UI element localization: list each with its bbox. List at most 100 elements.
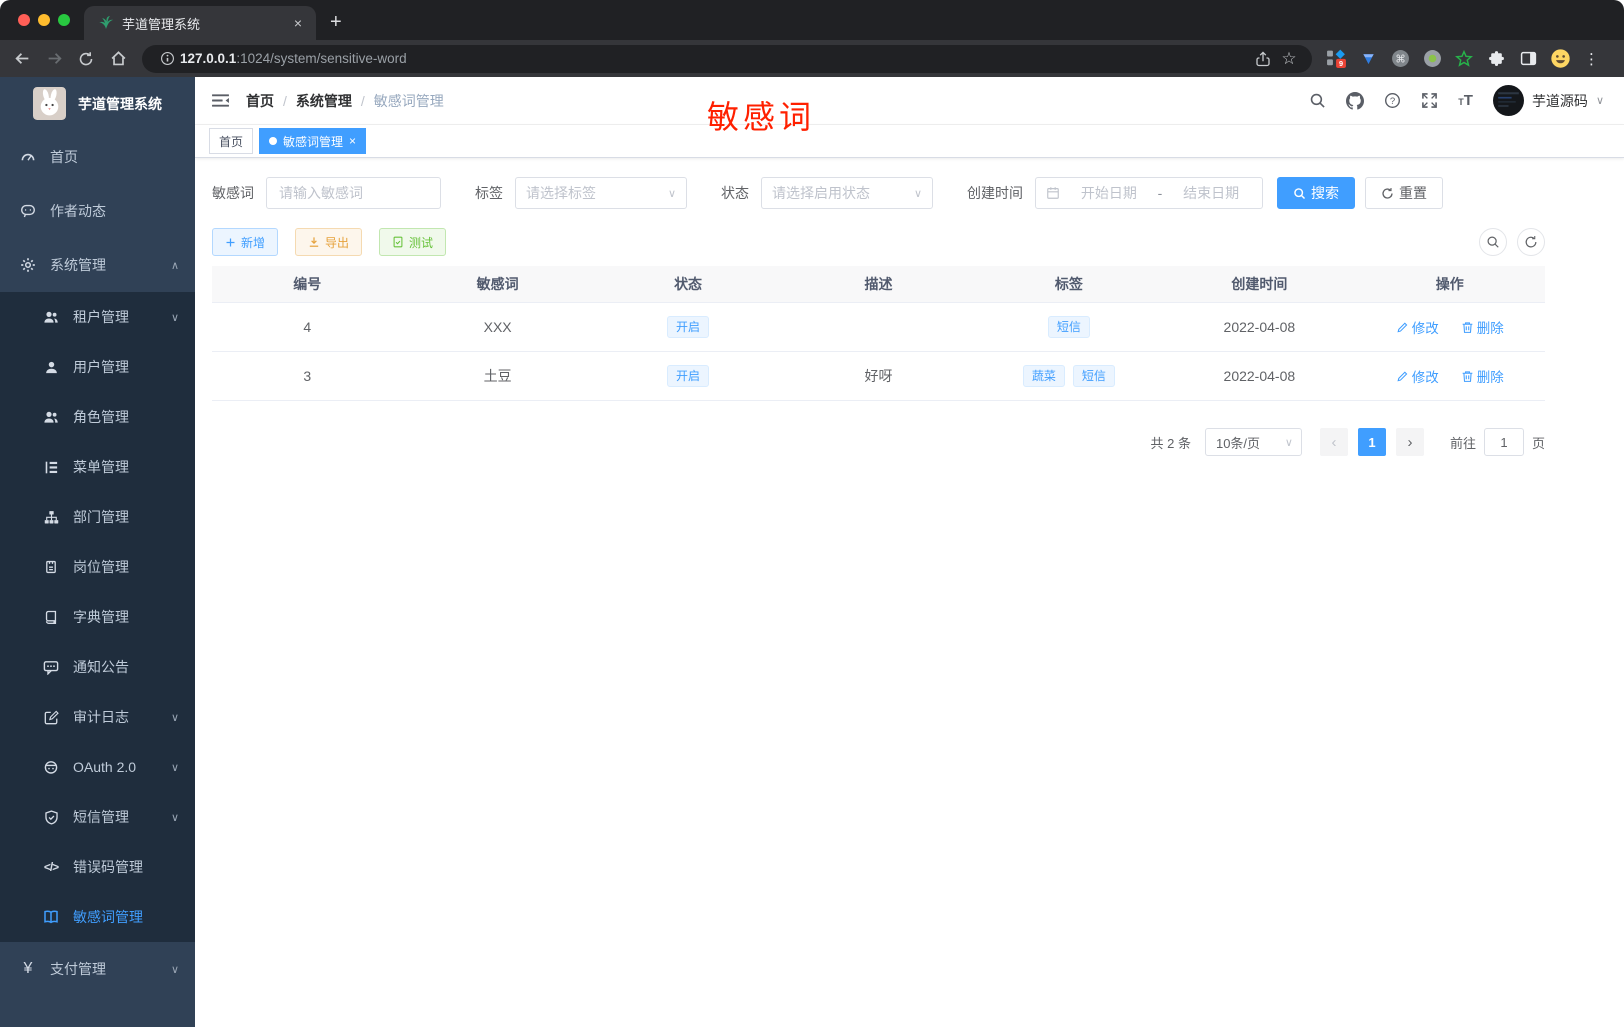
page-size-select[interactable]: 10条/页 ∨ bbox=[1204, 428, 1302, 456]
users-icon bbox=[43, 409, 59, 425]
dashboard-icon bbox=[20, 149, 36, 165]
tag-label: 敏感词管理 bbox=[283, 134, 344, 149]
sidebar-item-sensitive-word[interactable]: 敏感词管理 bbox=[0, 892, 195, 942]
gear-icon bbox=[20, 257, 36, 273]
extension-star-icon[interactable] bbox=[1450, 45, 1478, 73]
cell-create-time: 2022-04-08 bbox=[1223, 368, 1296, 384]
sidebar-item-post[interactable]: 岗位管理 bbox=[0, 542, 195, 592]
show-search-toggle-button[interactable] bbox=[1479, 228, 1507, 256]
sidebar-item-system-management[interactable]: 系统管理 ∧ bbox=[0, 238, 195, 292]
sidebar-item-label: 敏感词管理 bbox=[73, 909, 143, 925]
sidebar-item-user[interactable]: 用户管理 bbox=[0, 342, 195, 392]
share-icon[interactable] bbox=[1250, 46, 1276, 72]
profile-avatar-icon[interactable] bbox=[1546, 45, 1574, 73]
search-button[interactable]: 搜索 bbox=[1277, 177, 1355, 209]
window-close-button[interactable] bbox=[18, 14, 30, 26]
next-page-button[interactable]: › bbox=[1395, 428, 1424, 456]
extension-grid-badge-icon[interactable]: 9 bbox=[1322, 45, 1350, 73]
user-menu[interactable]: 芋道源码 ∨ bbox=[1492, 85, 1604, 116]
extension-record-icon[interactable] bbox=[1418, 45, 1446, 73]
new-tab-button[interactable]: + bbox=[316, 11, 356, 40]
sidebar-item-label: OAuth 2.0 bbox=[73, 759, 137, 775]
end-date-placeholder: 结束日期 bbox=[1183, 185, 1240, 201]
sidebar-item-department[interactable]: 部门管理 bbox=[0, 492, 195, 542]
sidebar-item-tenant[interactable]: 租户管理 ∨ bbox=[0, 292, 195, 342]
breadcrumb-system[interactable]: 系统管理 bbox=[296, 91, 352, 111]
sidebar-item-oauth[interactable]: OAuth 2.0 ∨ bbox=[0, 742, 195, 792]
sidebar-item-menu[interactable]: 菜单管理 bbox=[0, 442, 195, 492]
edit-link[interactable]: 修改 bbox=[1396, 366, 1439, 386]
export-button-label: 导出 bbox=[325, 235, 350, 250]
add-button[interactable]: 新增 bbox=[212, 228, 279, 256]
sidebar-item-label: 系统管理 bbox=[50, 257, 106, 273]
url-bar[interactable]: 127.0.0.1:1024/system/sensitive-word ☆ bbox=[142, 44, 1312, 73]
forward-button[interactable] bbox=[40, 45, 68, 73]
sidebar-item-error-code[interactable]: </> 错误码管理 bbox=[0, 842, 195, 892]
test-button[interactable]: 测试 bbox=[379, 228, 447, 256]
chevron-down-icon: ∨ bbox=[170, 761, 179, 774]
plus-icon bbox=[225, 237, 236, 248]
home-button[interactable] bbox=[104, 45, 132, 73]
window-minimize-button[interactable] bbox=[38, 14, 50, 26]
delete-link[interactable]: 删除 bbox=[1461, 317, 1504, 337]
app-logo[interactable]: 芋道管理系统 bbox=[0, 77, 195, 130]
col-description: 描述 bbox=[864, 276, 893, 292]
edit-link[interactable]: 修改 bbox=[1396, 317, 1439, 337]
help-icon[interactable]: ? bbox=[1384, 92, 1401, 109]
edit-log-icon bbox=[43, 710, 59, 725]
export-button[interactable]: 导出 bbox=[295, 228, 363, 256]
tree-list-icon bbox=[43, 460, 59, 475]
chevron-down-icon: ∨ bbox=[913, 187, 922, 200]
sidebar-item-payment[interactable]: ¥ 支付管理 ∨ bbox=[0, 942, 195, 996]
keyword-input[interactable] bbox=[266, 177, 441, 209]
github-icon[interactable] bbox=[1346, 91, 1365, 110]
goto-page-input[interactable] bbox=[1483, 428, 1524, 456]
extension-gem-icon[interactable] bbox=[1354, 45, 1382, 73]
sidebar-item-sms[interactable]: 短信管理 ∨ bbox=[0, 792, 195, 842]
breadcrumb-separator: / bbox=[360, 92, 365, 109]
sidebar-item-author-news[interactable]: 作者动态 bbox=[0, 184, 195, 238]
refresh-table-button[interactable] bbox=[1517, 228, 1545, 256]
browser-tabstrip: 芋道管理系统 × + bbox=[0, 0, 1624, 40]
sidebar-item-audit-log[interactable]: 审计日志 ∨ bbox=[0, 692, 195, 742]
filter-form: 敏感词 标签 请选择标签 ∨ 状态 请选择启用状态 ∨ bbox=[212, 177, 1624, 209]
tag-sensitive-word[interactable]: 敏感词管理 × bbox=[259, 128, 367, 154]
comment-dots-icon bbox=[43, 659, 59, 675]
side-panel-icon[interactable] bbox=[1514, 45, 1542, 73]
sidebar-item-home[interactable]: 首页 bbox=[0, 130, 195, 184]
breadcrumb-home[interactable]: 首页 bbox=[246, 91, 274, 111]
tag-close-icon[interactable]: × bbox=[349, 134, 356, 148]
back-button[interactable] bbox=[8, 45, 36, 73]
tag-select[interactable]: 请选择标签 ∨ bbox=[515, 177, 687, 209]
col-actions: 操作 bbox=[1435, 276, 1464, 292]
sidebar-item-dict[interactable]: 字典管理 bbox=[0, 592, 195, 642]
reset-button[interactable]: 重置 bbox=[1365, 177, 1443, 209]
fullscreen-icon[interactable] bbox=[1421, 92, 1438, 109]
extension-cmd-icon[interactable]: ⌘ bbox=[1386, 45, 1414, 73]
sidebar-item-label: 首页 bbox=[50, 149, 78, 165]
extensions-puzzle-icon[interactable] bbox=[1482, 45, 1510, 73]
sidebar-collapse-icon[interactable] bbox=[195, 92, 246, 109]
site-info-icon[interactable] bbox=[154, 46, 180, 72]
prev-page-button[interactable]: ‹ bbox=[1319, 428, 1348, 456]
status-filter-label: 状态 bbox=[721, 185, 749, 201]
bookmark-star-icon[interactable]: ☆ bbox=[1276, 46, 1302, 72]
reload-button[interactable] bbox=[72, 45, 100, 73]
browser-tab[interactable]: 芋道管理系统 × bbox=[84, 6, 316, 40]
col-create-time: 创建时间 bbox=[1231, 276, 1288, 292]
search-icon[interactable] bbox=[1309, 92, 1326, 109]
status-select[interactable]: 请选择启用状态 ∨ bbox=[761, 177, 933, 209]
tab-close-icon[interactable]: × bbox=[290, 15, 306, 31]
current-page[interactable]: 1 bbox=[1357, 428, 1386, 456]
pencil-icon bbox=[1396, 321, 1409, 334]
sidebar-item-notice[interactable]: 通知公告 bbox=[0, 642, 195, 692]
pagination: 共 2 条 10条/页 ∨ ‹ 1 › 前往 页 bbox=[212, 428, 1545, 456]
font-size-icon[interactable]: TT bbox=[1458, 92, 1473, 109]
delete-link[interactable]: 删除 bbox=[1461, 366, 1504, 386]
url-path: :1024/system/sensitive-word bbox=[236, 51, 407, 66]
window-zoom-button[interactable] bbox=[58, 14, 70, 26]
browser-menu-icon[interactable]: ⋮ bbox=[1578, 50, 1605, 68]
tag-home[interactable]: 首页 bbox=[209, 128, 254, 154]
sidebar-item-role[interactable]: 角色管理 bbox=[0, 392, 195, 442]
date-range-picker[interactable]: 开始日期 - 结束日期 bbox=[1035, 177, 1263, 209]
